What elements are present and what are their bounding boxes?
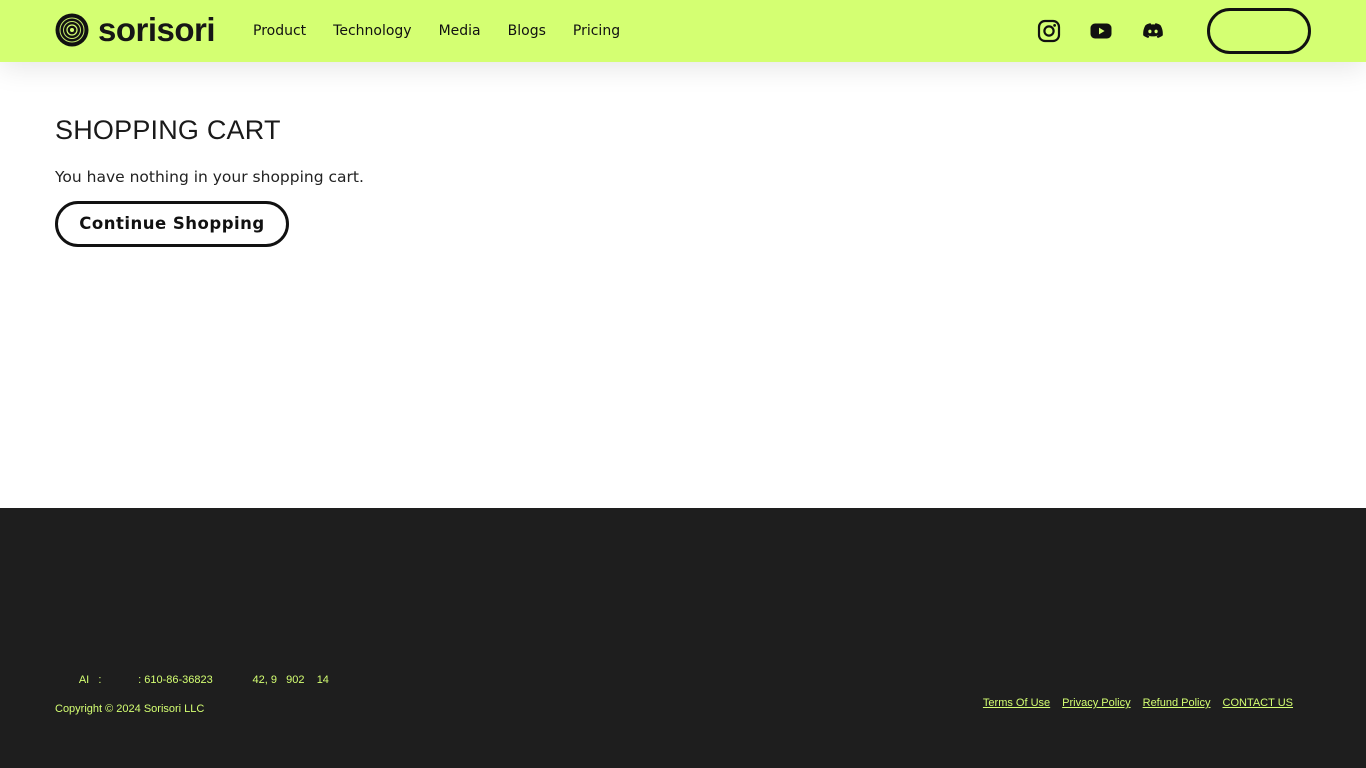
copyright-text: Copyright © 2024 Sorisori LLC bbox=[55, 703, 205, 715]
page-title: SHOPPING CART bbox=[55, 115, 281, 145]
footer-links: Terms Of Use Privacy Policy Refund Polic… bbox=[971, 697, 1293, 709]
nav-media[interactable]: Media bbox=[439, 21, 481, 41]
discord-icon bbox=[1143, 23, 1163, 38]
refund-policy-link[interactable]: Refund Policy bbox=[1143, 697, 1211, 709]
privacy-policy-link[interactable]: Privacy Policy bbox=[1062, 697, 1130, 709]
empty-cart-message: You have nothing in your shopping cart. bbox=[55, 168, 364, 186]
site-footer: AI : : 610-86-36823 42, 9 902 14 Copyrig… bbox=[0, 508, 1366, 768]
contact-us-link[interactable]: CONTACT US bbox=[1223, 697, 1294, 709]
terms-of-use-link[interactable]: Terms Of Use bbox=[983, 697, 1050, 709]
nav-product[interactable]: Product bbox=[253, 21, 306, 41]
nav-pricing[interactable]: Pricing bbox=[573, 21, 620, 41]
discord-link[interactable] bbox=[1141, 19, 1165, 43]
continue-shopping-button[interactable]: Continue Shopping bbox=[55, 201, 289, 247]
logo-text: sorisori bbox=[98, 11, 216, 48]
business-info: AI : : 610-86-36823 42, 9 902 14 bbox=[55, 674, 329, 686]
login-button[interactable] bbox=[1207, 8, 1311, 54]
cart-section: SHOPPING CART You have nothing in your s… bbox=[55, 112, 364, 247]
youtube-icon bbox=[1090, 23, 1112, 39]
site-header: sorisori Product Technology Media Blogs … bbox=[0, 0, 1366, 62]
instagram-link[interactable] bbox=[1037, 19, 1061, 43]
youtube-link[interactable] bbox=[1089, 19, 1113, 43]
instagram-icon bbox=[1037, 19, 1061, 43]
nav-blogs[interactable]: Blogs bbox=[508, 21, 546, 41]
logo-link[interactable]: sorisori bbox=[55, 11, 216, 48]
main-nav: Product Technology Media Blogs Pricing bbox=[253, 21, 647, 41]
nav-technology[interactable]: Technology bbox=[333, 21, 411, 41]
vinyl-disc-icon bbox=[55, 13, 89, 47]
